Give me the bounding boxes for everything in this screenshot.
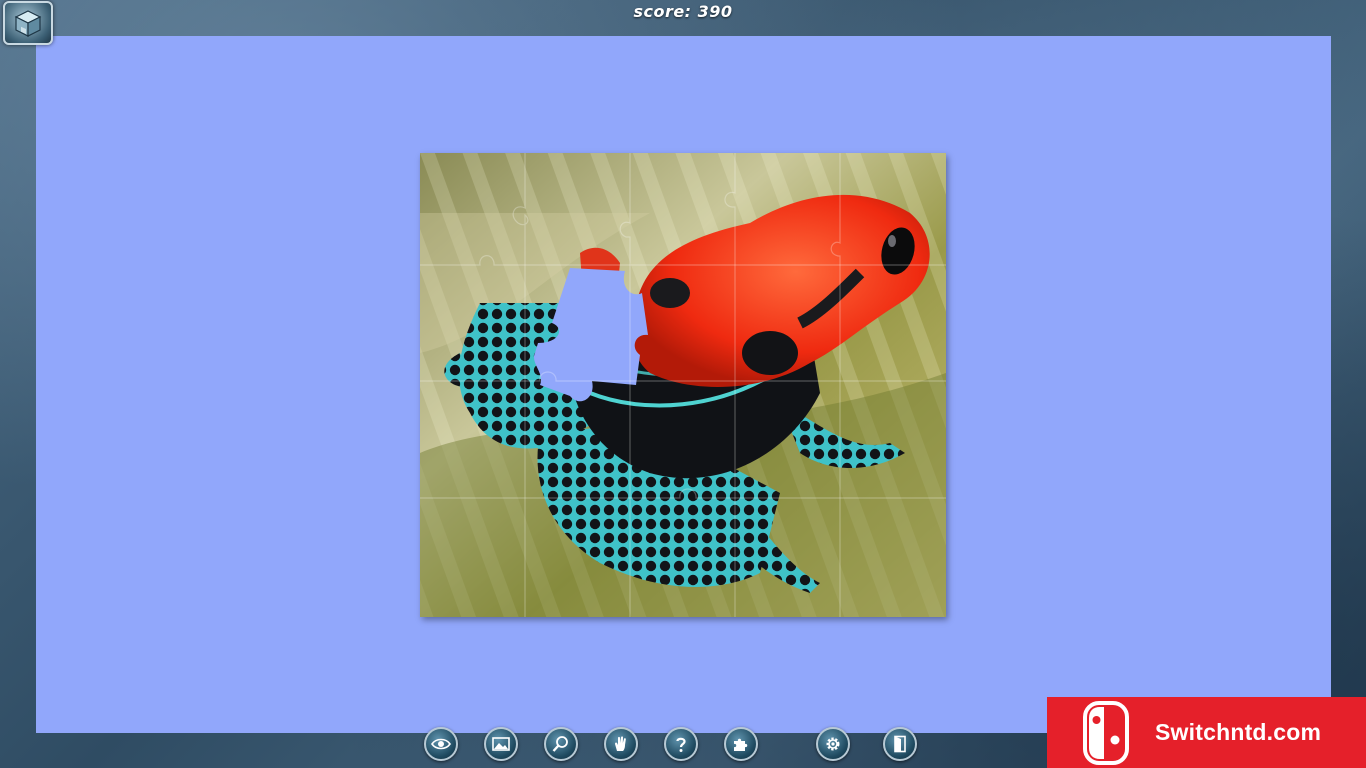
watermark-banner: Switchntd.com bbox=[1047, 697, 1366, 768]
magnify-button[interactable] bbox=[544, 727, 578, 761]
hand-icon bbox=[615, 736, 626, 751]
question-icon bbox=[676, 737, 686, 752]
eye-icon bbox=[431, 738, 451, 750]
pieces-button[interactable] bbox=[724, 727, 758, 761]
puzzle-piece-icon bbox=[734, 738, 748, 751]
preview-image-button[interactable] bbox=[484, 727, 518, 761]
eye-button[interactable] bbox=[424, 727, 458, 761]
main-menu-button[interactable] bbox=[3, 1, 53, 45]
watermark-text: Switchntd.com bbox=[1155, 719, 1322, 745]
score-display: score: 390 bbox=[633, 2, 733, 21]
jigsaw-puzzle[interactable] bbox=[420, 153, 946, 617]
puzzle-board bbox=[36, 36, 1331, 733]
exit-door-icon bbox=[894, 735, 906, 753]
picture-icon bbox=[492, 737, 510, 751]
magnifier-icon bbox=[552, 736, 568, 752]
box-icon bbox=[14, 10, 42, 37]
help-button[interactable] bbox=[664, 727, 698, 761]
nintendo-switch-logo-icon bbox=[1083, 700, 1129, 765]
gear-icon bbox=[826, 737, 840, 751]
hint-hand-button[interactable] bbox=[604, 727, 638, 761]
settings-button[interactable] bbox=[816, 727, 850, 761]
exit-button[interactable] bbox=[883, 727, 917, 761]
puzzle-image bbox=[420, 153, 946, 617]
